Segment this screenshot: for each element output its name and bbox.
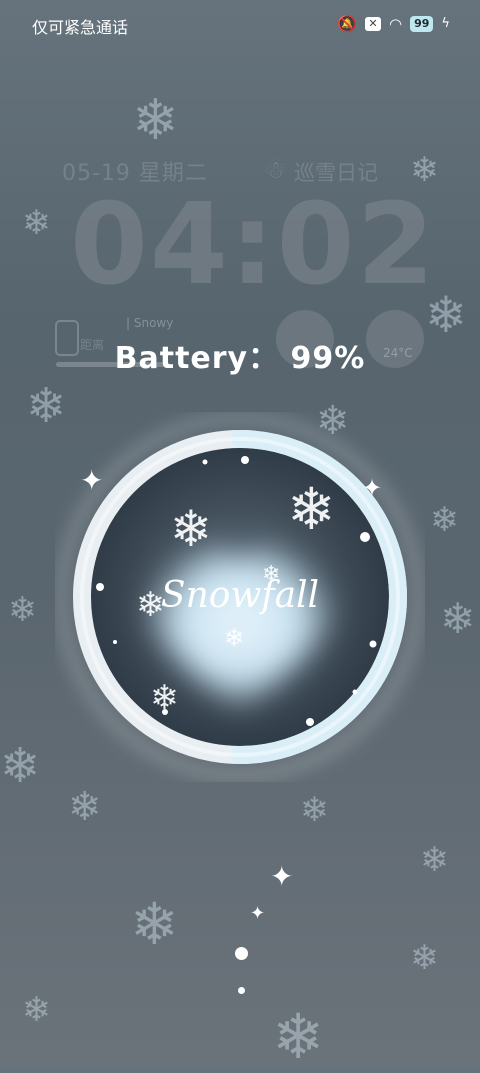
snowflake-icon: ❄: [170, 500, 212, 558]
mute-icon: 🔕: [337, 14, 358, 33]
snowflake-icon: ❄: [0, 738, 41, 794]
sparkle-icon: ✦: [250, 903, 266, 924]
snowflake-icon: ❄: [430, 500, 459, 540]
battery-percentage-text: Battery： 99%: [114, 341, 366, 376]
sparkle-icon: ✦: [270, 860, 294, 893]
snow-dot: [235, 947, 248, 960]
snowflake-icon: ❄: [287, 475, 336, 543]
charging-icon: ϟ: [441, 16, 450, 31]
sparkle-icon: ✦: [80, 464, 104, 497]
clock-time: 04:02: [70, 180, 437, 310]
wifi-icon: ◠: [389, 14, 403, 33]
snowflake-icon: ❄: [132, 88, 179, 153]
snowflake-icon: ❄: [22, 203, 51, 243]
weather-label: | Snowy: [126, 316, 174, 330]
snowfall-title: Snowfall: [160, 575, 320, 616]
snowflake-icon: ❄: [130, 890, 179, 958]
no-sim-icon: ✕: [365, 16, 382, 31]
snowflake-icon: ❄: [300, 790, 329, 830]
snowflake-icon: ❄: [420, 840, 449, 880]
snowflake-icon: ❄: [22, 990, 51, 1030]
snowflake-icon: ❄: [410, 938, 439, 978]
snowflake-icon: ❄: [150, 678, 179, 718]
emergency-calls-only-text: 仅可紧急通话: [32, 18, 129, 37]
snow-dot: [238, 987, 245, 994]
snowflake-icon: ❄: [68, 784, 102, 830]
sparkle-icon: ✦: [362, 474, 383, 502]
status-bar: 仅可紧急通话 🔕 ✕ ◠ 99 ϟ: [0, 0, 480, 50]
status-icons: 🔕 ✕ ◠ 99 ϟ: [337, 14, 450, 33]
snowflake-icon: ❄: [224, 624, 245, 652]
battery-icon: 99: [410, 15, 434, 32]
snowflake-icon: ❄: [272, 1000, 324, 1073]
